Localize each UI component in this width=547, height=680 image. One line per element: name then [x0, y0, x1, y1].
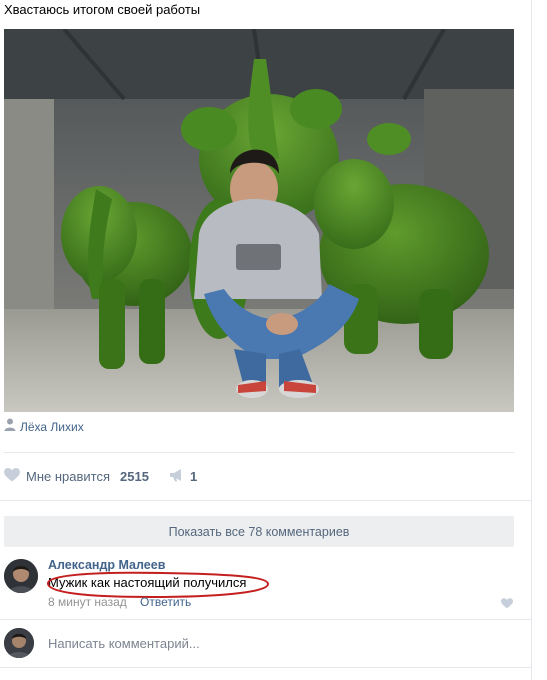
like-label: Мне нравится — [26, 468, 111, 484]
post-photo[interactable] — [4, 29, 514, 412]
reply-button[interactable]: Ответить — [140, 595, 191, 609]
comment-like-button[interactable] — [501, 596, 513, 614]
heart-icon — [4, 467, 20, 485]
divider — [0, 619, 531, 620]
comment-time[interactable]: 8 минут назад — [48, 595, 127, 609]
show-all-comments-button[interactable]: Показать все 78 комментариев — [4, 516, 514, 547]
avatar[interactable] — [4, 559, 38, 593]
megaphone-icon — [169, 468, 185, 485]
divider — [4, 452, 514, 453]
like-button[interactable]: Мне нравится 2515 — [4, 467, 149, 485]
post-right-border — [531, 0, 532, 680]
photo-author-name: Лёха Лихих — [20, 420, 84, 434]
divider — [0, 500, 531, 501]
post-bottom-border — [0, 667, 532, 668]
share-button[interactable]: 1 — [169, 468, 197, 485]
comment-author[interactable]: Александр Малеев — [48, 558, 165, 572]
heart-icon — [501, 596, 513, 613]
post-text: Хвастаюсь итогом своей работы — [4, 2, 201, 17]
avatar — [4, 628, 34, 658]
comment-text: Мужик как настоящий получился — [48, 575, 247, 590]
post-actions: Мне нравится 2515 1 — [4, 466, 197, 486]
user-icon — [4, 418, 16, 436]
like-count: 2515 — [120, 468, 149, 484]
comment-input[interactable] — [48, 632, 508, 654]
photo-author[interactable]: Лёха Лихих — [4, 418, 84, 436]
share-count: 1 — [189, 468, 198, 484]
